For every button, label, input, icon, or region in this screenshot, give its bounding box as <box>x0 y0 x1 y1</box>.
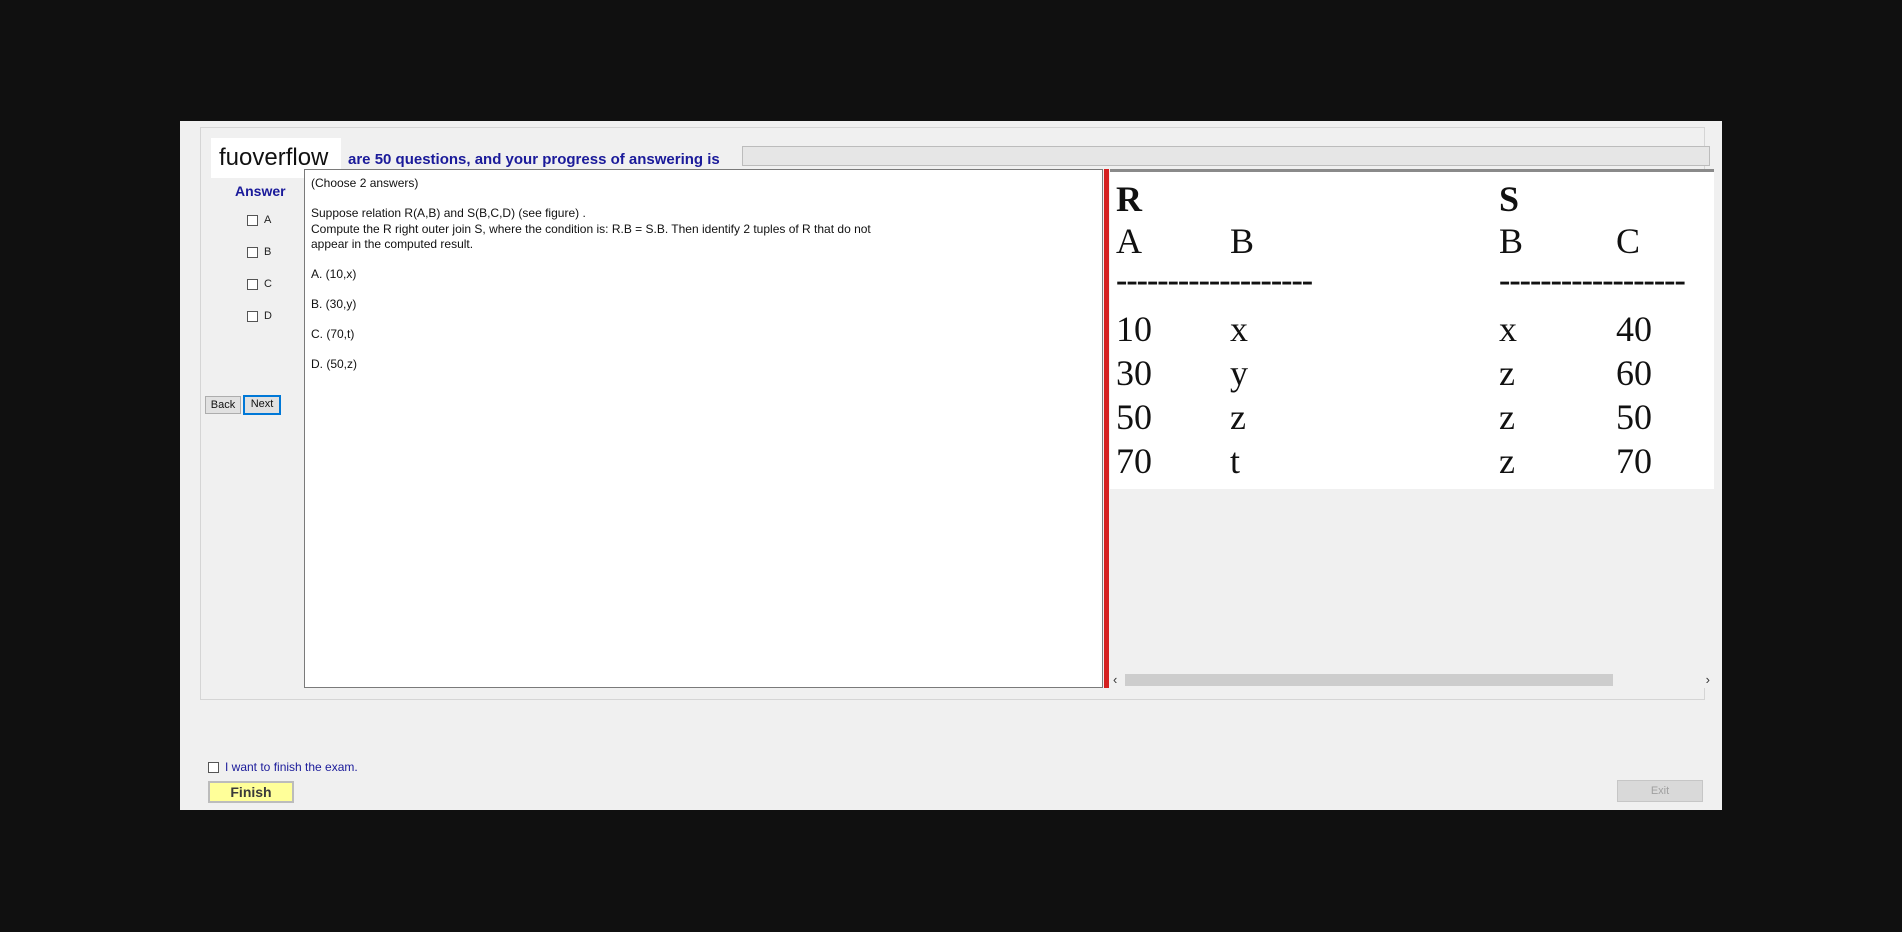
figure-cell: z <box>1230 397 1246 437</box>
progress-bar <box>742 146 1710 166</box>
figure-cell: t <box>1230 441 1241 481</box>
figure-cell: x <box>1499 309 1517 349</box>
answer-option-label: A <box>264 214 272 226</box>
question-text-line: Suppose relation R(A,B) and S(B,C,D) (se… <box>311 206 586 220</box>
figure-cell: x <box>1230 309 1248 349</box>
figure-r-header: A <box>1116 221 1142 261</box>
choice-b: B. (30,y) <box>311 297 357 311</box>
choice-a: A. (10,x) <box>311 267 357 281</box>
question-text-line: Compute the R right outer join S, where … <box>311 222 871 236</box>
figure-pane: R S A B B C ------------------- --------… <box>1110 169 1714 688</box>
exam-group-frame: fuoverflow are 50 questions, and your pr… <box>200 127 1714 700</box>
choice-c: C. (70,t) <box>311 327 355 341</box>
answer-option-b[interactable]: B <box>247 246 271 258</box>
panel-splitter[interactable] <box>1104 169 1109 688</box>
progress-label: are 50 questions, and your progress of a… <box>348 151 720 168</box>
answer-option-c[interactable]: C <box>247 278 272 290</box>
finish-checkbox-label: I want to finish the exam. <box>225 760 358 774</box>
answer-option-a[interactable]: A <box>247 214 271 226</box>
finish-button[interactable]: Finish <box>208 781 294 803</box>
choice-d: D. (50,z) <box>311 357 358 371</box>
exit-button[interactable]: Exit <box>1617 780 1703 802</box>
checkbox-d[interactable] <box>247 310 258 322</box>
answer-option-label: D <box>264 310 272 322</box>
figure-cell: 50 <box>1116 397 1152 437</box>
checkbox-c[interactable] <box>247 278 258 290</box>
question-instruction: (Choose 2 answers) <box>311 176 419 190</box>
finish-checkbox[interactable] <box>208 761 219 773</box>
figure-r-header: B <box>1230 221 1255 261</box>
figure-cell: 30 <box>1116 353 1152 393</box>
question-figure: R S A B B C ------------------- --------… <box>1110 172 1714 489</box>
scrollbar-thumb[interactable] <box>1125 674 1613 686</box>
exam-window: fuoverflow are 50 questions, and your pr… <box>180 121 1722 810</box>
question-text-line: appear in the computed result. <box>311 237 474 251</box>
figure-cell: z <box>1499 397 1515 437</box>
figure-cell: z <box>1499 353 1515 393</box>
figure-s-header: C <box>1616 221 1641 261</box>
figure-cell: 70 <box>1616 441 1652 481</box>
figure-cell: 70 <box>1116 441 1152 481</box>
checkbox-b[interactable] <box>247 246 258 258</box>
figure-r-title: R <box>1116 179 1142 219</box>
figure-cell: 10 <box>1116 309 1152 349</box>
back-button[interactable]: Back <box>205 396 241 414</box>
figure-cell: 40 <box>1616 309 1652 349</box>
figure-cell: y <box>1230 353 1248 393</box>
answer-option-label: B <box>264 246 272 258</box>
figure-s-divider: ------------------ <box>1499 262 1686 299</box>
figure-cell: 60 <box>1616 353 1652 393</box>
figure-s-title: S <box>1499 179 1520 219</box>
next-button[interactable]: Next <box>243 395 281 415</box>
answer-title: Answer <box>235 183 286 199</box>
figure-s-header: B <box>1499 221 1524 261</box>
question-panel: (Choose 2 answers) Suppose relation R(A,… <box>304 169 1103 688</box>
figure-cell: 50 <box>1616 397 1652 437</box>
answer-option-label: C <box>264 278 272 290</box>
figure-cell: z <box>1499 441 1515 481</box>
answer-option-d[interactable]: D <box>247 310 272 322</box>
finish-confirm-checkbox[interactable]: I want to finish the exam. <box>208 760 358 774</box>
checkbox-a[interactable] <box>247 214 258 226</box>
scroll-right-icon[interactable]: › <box>1706 671 1710 688</box>
horizontal-scrollbar[interactable]: ‹ › <box>1110 671 1714 688</box>
scroll-left-icon[interactable]: ‹ <box>1113 671 1117 688</box>
figure-r-divider: ------------------- <box>1116 262 1313 299</box>
